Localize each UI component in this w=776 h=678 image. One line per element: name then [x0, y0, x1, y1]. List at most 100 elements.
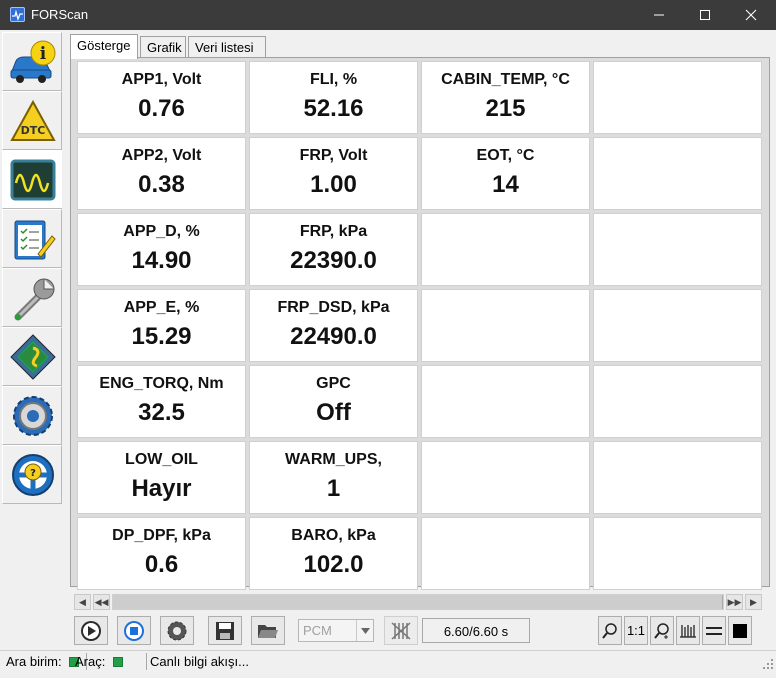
scroll-start-button[interactable]: ◀ — [74, 594, 91, 610]
chip-icon — [10, 334, 56, 380]
gauge-label: CABIN_TEMP, °C — [441, 71, 570, 88]
module-select[interactable]: PCM — [298, 619, 374, 642]
scroll-thumb[interactable] — [113, 595, 723, 609]
empty-gauge-cell[interactable] — [421, 517, 590, 590]
stop-button[interactable] — [117, 616, 151, 645]
tests-button[interactable] — [2, 209, 62, 268]
service-functions-button[interactable] — [2, 268, 62, 327]
zoom-reset-button[interactable]: 1:1 — [624, 616, 648, 645]
status-bar: Ara birim: Araç: Canlı bilgi akışı... — [0, 650, 776, 672]
minimize-button[interactable] — [636, 0, 682, 30]
scroll-track[interactable] — [112, 594, 724, 610]
gauge-value: 215 — [485, 95, 526, 122]
lines-button[interactable] — [702, 616, 726, 645]
module-select-value: PCM — [303, 623, 332, 638]
empty-gauge-cell[interactable] — [593, 289, 762, 362]
gauge-cell[interactable]: WARM_UPS, 1 — [249, 441, 418, 514]
crossed-bars-icon — [391, 621, 411, 640]
empty-gauge-cell[interactable] — [421, 289, 590, 362]
gauge-cell[interactable]: APP_D, % 14.90 — [77, 213, 246, 286]
gauge-label: ENG_TORQ, Nm — [99, 375, 224, 392]
scroll-end-button[interactable]: ▶ — [745, 594, 762, 610]
scroll-fast-back-button[interactable]: ◀◀ — [93, 594, 110, 610]
gauge-cell[interactable]: FRP, Volt 1.00 — [249, 137, 418, 210]
gauge-value: Off — [316, 399, 351, 426]
disabled-filter-button[interactable] — [384, 616, 418, 645]
interface-status: Ara birim: — [6, 653, 83, 671]
color-button[interactable] — [728, 616, 752, 645]
gauge-label: WARM_UPS, — [285, 451, 382, 468]
gauge-cell[interactable]: BARO, kPa 102.0 — [249, 517, 418, 590]
dtc-button[interactable]: DTC — [2, 91, 62, 150]
stop-icon — [124, 620, 144, 641]
gauge-label: FRP, Volt — [299, 147, 368, 164]
time-scrollbar[interactable]: ◀ ◀◀ ▶▶ ▶ — [74, 593, 764, 611]
status-separator — [146, 653, 147, 670]
help-button[interactable]: ? — [2, 445, 62, 504]
maximize-button[interactable] — [682, 0, 728, 30]
tab-gosterge[interactable]: Gösterge — [70, 34, 138, 59]
empty-gauge-cell[interactable] — [421, 365, 590, 438]
gauge-cell[interactable]: EOT, °C 14 — [421, 137, 590, 210]
gauge-cell[interactable]: APP1, Volt 0.76 — [77, 61, 246, 134]
resize-grip-icon[interactable] — [762, 658, 774, 670]
scroll-fast-forward-button[interactable]: ▶▶ — [726, 594, 743, 610]
settings-button[interactable] — [2, 386, 62, 445]
zoom-out-button[interactable] — [598, 616, 622, 645]
gauge-cell[interactable]: FRP_DSD, kPa 22490.0 — [249, 289, 418, 362]
empty-gauge-cell[interactable] — [593, 517, 762, 590]
gauge-cell[interactable]: APP_E, % 15.29 — [77, 289, 246, 362]
empty-gauge-cell[interactable] — [593, 365, 762, 438]
gauge-cell[interactable]: ENG_TORQ, Nm 32.5 — [77, 365, 246, 438]
close-button[interactable] — [728, 0, 774, 30]
folder-open-icon — [258, 624, 278, 638]
vehicle-info-button[interactable]: i — [2, 32, 62, 91]
car-info-icon: i — [10, 40, 56, 83]
vehicle-status: Araç: — [75, 653, 127, 671]
bottom-toolbar: PCM 6.60/6.60 s 1:1 — [74, 616, 770, 646]
gauge-label: APP2, Volt — [121, 147, 202, 164]
zoom-reset-label: 1:1 — [626, 623, 646, 638]
gauge-cell[interactable]: FRP, kPa 22390.0 — [249, 213, 418, 286]
gauge-cell[interactable]: GPC Off — [249, 365, 418, 438]
gauge-label: BARO, kPa — [291, 527, 376, 544]
gauge-value: 14 — [492, 171, 519, 198]
title-bar: FORScan — [0, 0, 776, 30]
open-button[interactable] — [251, 616, 285, 645]
empty-gauge-cell[interactable] — [421, 213, 590, 286]
play-button[interactable] — [74, 616, 108, 645]
gauge-value: 0.76 — [138, 95, 185, 122]
tab-grafik[interactable]: Grafik — [140, 36, 186, 58]
empty-gauge-cell[interactable] — [593, 137, 762, 210]
configuration-button[interactable] — [2, 327, 62, 386]
tab-veri-listesi[interactable]: Veri listesi — [188, 36, 266, 58]
steering-wheel-help-icon: ? — [12, 454, 54, 496]
magnifier-icon — [602, 622, 617, 639]
save-button[interactable] — [208, 616, 242, 645]
gauge-value: 14.90 — [131, 247, 192, 274]
gauge-value: 22490.0 — [290, 323, 377, 350]
gauge-value: Hayır — [131, 475, 192, 502]
empty-gauge-cell[interactable] — [421, 441, 590, 514]
live-data-button[interactable] — [2, 150, 62, 209]
empty-gauge-cell[interactable] — [593, 441, 762, 514]
gauge-cell[interactable]: FLI, % 52.16 — [249, 61, 418, 134]
checklist-icon — [14, 220, 56, 260]
gauge-label: FLI, % — [309, 71, 358, 88]
empty-gauge-cell[interactable] — [593, 213, 762, 286]
settings-gear-button[interactable] — [160, 616, 194, 645]
gauge-label: APP1, Volt — [121, 71, 202, 88]
vehicle-status-led-icon — [112, 657, 123, 667]
svg-text:?: ? — [30, 468, 36, 479]
scale-button[interactable] — [676, 616, 700, 645]
gauge-value: 102.0 — [303, 551, 364, 578]
empty-gauge-cell[interactable] — [593, 61, 762, 134]
gauge-cell[interactable]: CABIN_TEMP, °C 215 — [421, 61, 590, 134]
gauge-cell[interactable]: LOW_OIL Hayır — [77, 441, 246, 514]
wrench-icon — [14, 278, 55, 321]
zoom-in-button[interactable] — [650, 616, 674, 645]
black-square-icon — [733, 623, 747, 638]
gauge-cell[interactable]: APP2, Volt 0.38 — [77, 137, 246, 210]
gauge-cell[interactable]: DP_DPF, kPa 0.6 — [77, 517, 246, 590]
gauge-panel: APP1, Volt 0.76 FLI, % 52.16 CABIN_TEMP, °C 2… — [70, 57, 770, 590]
